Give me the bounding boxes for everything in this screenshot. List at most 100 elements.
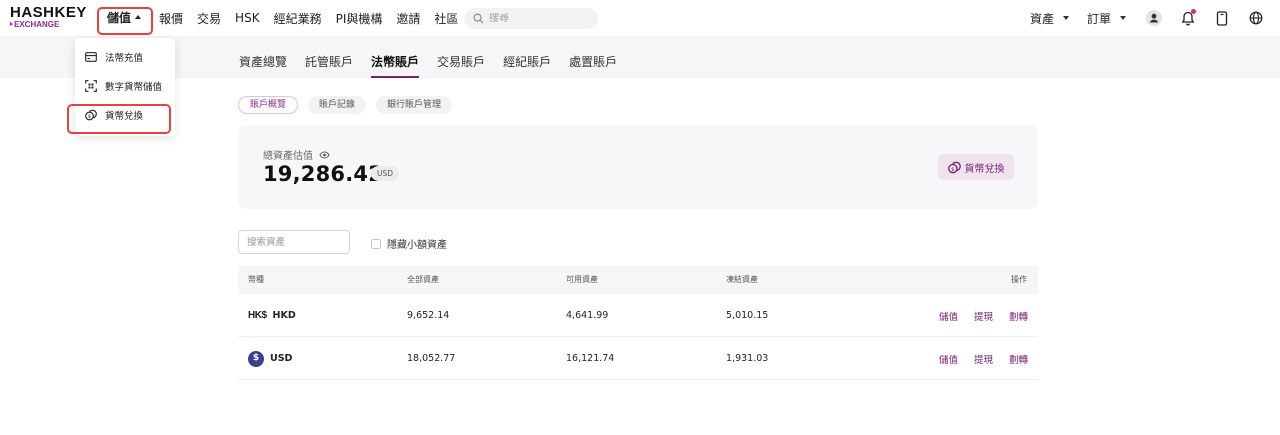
hide-small-assets-label: 隱藏小額資產 bbox=[387, 240, 447, 251]
table-header: 幣種 全部資產 可用資產 凍結資產 操作 bbox=[238, 266, 1038, 294]
coin-name: USD bbox=[270, 353, 293, 364]
global-search-input[interactable] bbox=[489, 13, 589, 24]
nav-orders[interactable]: 訂單 bbox=[1087, 10, 1126, 27]
coin-name: HKD bbox=[272, 310, 296, 321]
globe-icon bbox=[1249, 11, 1263, 25]
right-nav: 資產 訂單 bbox=[1030, 0, 1280, 36]
svg-text:$: $ bbox=[951, 166, 954, 172]
total-assets-label-text: 總資產估值 bbox=[263, 151, 313, 162]
chevron-down-icon bbox=[1120, 16, 1126, 20]
main-nav: 儲值 報價 交易 HSK 經紀業務 PI與機構 邀請 社區 bbox=[100, 0, 472, 36]
coin-exchange-icon: $ bbox=[947, 161, 961, 173]
hkd-icon-glyph: HK$ bbox=[248, 310, 267, 321]
chip-bank-account-management[interactable]: 銀行賬戶管理 bbox=[376, 96, 453, 114]
withdraw-action[interactable]: 提現 bbox=[974, 352, 993, 366]
search-icon bbox=[473, 13, 484, 24]
svg-text:$: $ bbox=[88, 114, 91, 120]
nav-hsk[interactable]: HSK bbox=[235, 11, 260, 25]
user-avatar-button[interactable] bbox=[1144, 8, 1164, 28]
header-operations: 操作 bbox=[1011, 275, 1027, 284]
tab-trading-account[interactable]: 交易賬戶 bbox=[437, 36, 485, 78]
row-actions: 儲值 提現 劃轉 bbox=[923, 337, 1028, 380]
tab-custody-account[interactable]: 託管賬戶 bbox=[305, 36, 353, 78]
notifications-button[interactable] bbox=[1178, 8, 1198, 28]
row-actions: 儲值 提現 劃轉 bbox=[923, 294, 1028, 337]
total-assets-card: 總資產估值 19,286.42 USD $ 貨幣兌換 bbox=[238, 125, 1038, 209]
tab-disposal-account[interactable]: 處置賬戶 bbox=[569, 36, 617, 78]
mobile-phone-icon bbox=[1216, 10, 1228, 26]
qr-scan-icon bbox=[85, 79, 97, 92]
chip-account-overview[interactable]: 賬戶概覽 bbox=[238, 96, 299, 114]
nav-orders-label: 訂單 bbox=[1086, 11, 1111, 26]
total-cell: 18,052.77 bbox=[407, 353, 456, 364]
available-cell: 16,121.74 bbox=[566, 353, 615, 364]
asset-search-input[interactable] bbox=[238, 230, 350, 254]
frozen-cell: 5,010.15 bbox=[726, 310, 769, 321]
table-row: $ USD 18,052.77 16,121.74 1,931.03 儲值 提現… bbox=[238, 337, 1038, 380]
usd-icon-glyph: $ bbox=[248, 350, 264, 367]
menu-item-label: 法幣充值 bbox=[105, 52, 144, 64]
tab-asset-overview[interactable]: 資產總覽 bbox=[239, 36, 287, 78]
global-search[interactable] bbox=[464, 8, 598, 29]
nav-pi-institutions[interactable]: PI與機構 bbox=[336, 10, 383, 27]
account-tabs: 資產總覽 託管賬戶 法幣賬戶 交易賬戶 經紀賬戶 處置賬戶 bbox=[239, 36, 635, 78]
hashkey-logo[interactable]: HASHKEY EXCHANGE bbox=[10, 4, 87, 31]
chevron-down-icon bbox=[1062, 16, 1069, 20]
deposit-action[interactable]: 儲值 bbox=[939, 352, 958, 366]
notification-dot bbox=[1191, 9, 1196, 14]
logo-main-text: HASHKEY bbox=[10, 4, 87, 21]
nav-assets-label: 資產 bbox=[1029, 11, 1054, 26]
header-total: 全部資產 bbox=[407, 275, 439, 284]
caret-up-icon bbox=[135, 15, 142, 19]
chip-account-records[interactable]: 賬戶記錄 bbox=[308, 96, 367, 114]
nav-assets[interactable]: 資產 bbox=[1030, 10, 1069, 27]
coin-cell: $ USD bbox=[248, 337, 292, 380]
header-available: 可用資產 bbox=[566, 275, 598, 284]
menu-item-label: 貨幣兌換 bbox=[105, 110, 144, 122]
eye-icon[interactable] bbox=[319, 151, 330, 159]
tab-fiat-account[interactable]: 法幣賬戶 bbox=[371, 36, 420, 78]
menu-item-currency-exchange[interactable]: $ 貨幣兌換 bbox=[75, 100, 175, 129]
top-navbar: HASHKEY EXCHANGE 儲值 報價 交易 HSK 經紀業務 PI與機構… bbox=[0, 0, 1280, 36]
nav-brokerage[interactable]: 經紀業務 bbox=[274, 10, 322, 27]
nav-invite[interactable]: 邀請 bbox=[396, 10, 420, 27]
hkd-icon: HK$ bbox=[248, 294, 267, 337]
usd-icon: $ bbox=[248, 350, 264, 367]
hide-small-assets-checkbox[interactable] bbox=[371, 238, 381, 249]
menu-item-fiat-deposit[interactable]: 法幣充值 bbox=[75, 42, 175, 71]
logo-sub-text: EXCHANGE bbox=[10, 20, 82, 29]
coin-cell: HK$ HKD bbox=[248, 294, 296, 337]
header-coin: 幣種 bbox=[248, 275, 264, 284]
total-cell: 9,652.14 bbox=[407, 310, 450, 321]
header-frozen: 凍結資產 bbox=[726, 275, 758, 284]
total-assets-label: 總資產估值 bbox=[263, 147, 330, 162]
menu-item-label: 數字貨幣儲值 bbox=[105, 81, 163, 93]
transfer-action[interactable]: 劃轉 bbox=[1009, 309, 1028, 323]
currency-exchange-button-label: 貨幣兌換 bbox=[964, 163, 1005, 175]
user-icon bbox=[1146, 10, 1162, 26]
hide-small-assets-toggle[interactable]: 隱藏小額資產 bbox=[371, 236, 447, 251]
currency-exchange-button[interactable]: $ 貨幣兌換 bbox=[938, 154, 1014, 180]
tab-brokerage-account[interactable]: 經紀賬戶 bbox=[503, 36, 551, 78]
nav-trade[interactable]: 交易 bbox=[197, 10, 221, 27]
coin-exchange-icon: $ bbox=[85, 109, 97, 120]
total-assets-amount: 19,286.42 bbox=[263, 162, 384, 186]
menu-item-crypto-deposit[interactable]: 數字貨幣儲值 bbox=[75, 71, 175, 100]
card-icon bbox=[85, 51, 97, 62]
nav-quotes[interactable]: 報價 bbox=[159, 10, 183, 27]
frozen-cell: 1,931.03 bbox=[726, 353, 769, 364]
withdraw-action[interactable]: 提現 bbox=[974, 309, 993, 323]
table-row: HK$ HKD 9,652.14 4,641.99 5,010.15 儲值 提現… bbox=[238, 294, 1038, 337]
account-tabs-bar: 資產總覽 託管賬戶 法幣賬戶 交易賬戶 經紀賬戶 處置賬戶 bbox=[0, 36, 1280, 78]
deposit-action[interactable]: 儲值 bbox=[939, 309, 958, 323]
language-button[interactable] bbox=[1246, 8, 1266, 28]
fiat-assets-table: 幣種 全部資產 可用資產 凍結資產 操作 HK$ HKD 9,652.14 4,… bbox=[238, 266, 1038, 380]
deposit-dropdown-menu: 法幣充值 數字貨幣儲值 $ 貨幣兌換 bbox=[75, 38, 175, 136]
currency-unit-badge: USD bbox=[371, 166, 400, 181]
transfer-action[interactable]: 劃轉 bbox=[1009, 352, 1028, 366]
nav-deposit[interactable]: 儲值 bbox=[100, 6, 145, 31]
fiat-subtabs: 賬戶概覽 賬戶記錄 銀行賬戶管理 bbox=[238, 96, 462, 114]
nav-community[interactable]: 社區 bbox=[434, 10, 458, 27]
available-cell: 4,641.99 bbox=[566, 310, 609, 321]
mobile-app-button[interactable] bbox=[1212, 8, 1232, 28]
